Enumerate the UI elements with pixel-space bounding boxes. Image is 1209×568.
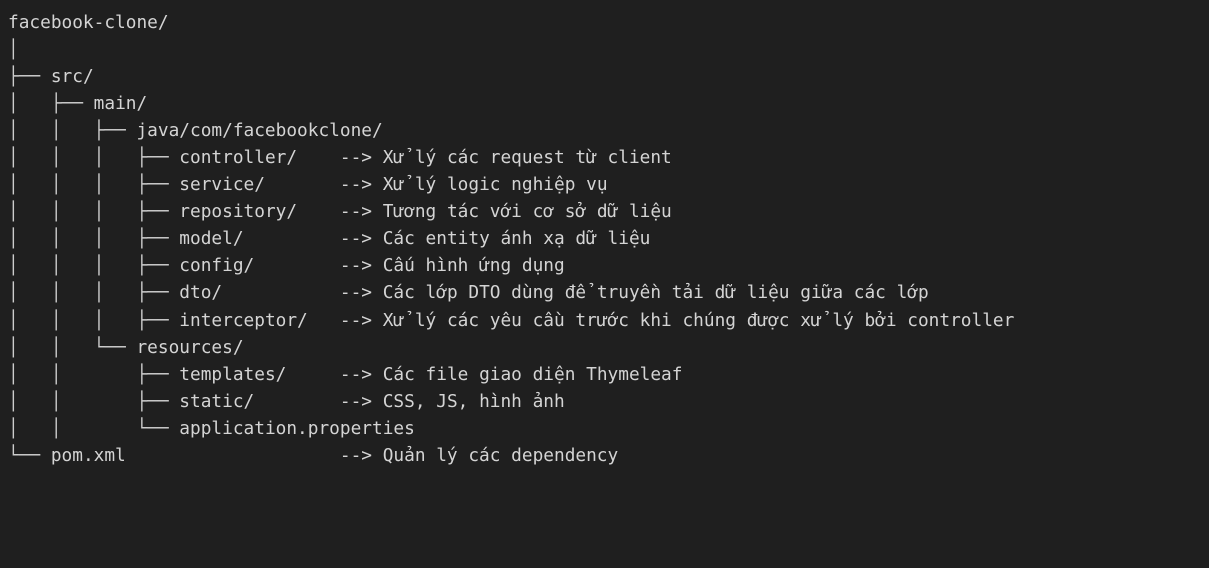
tree-entry-name: application.properties bbox=[179, 417, 415, 439]
tree-entry-note: Các lớp DTO dùng để truyền tải dữ liệu g… bbox=[382, 282, 929, 304]
tree-entry-name: dto/ bbox=[179, 282, 340, 304]
tree-arrow: --> bbox=[339, 444, 383, 466]
tree-guide: │ │ │ ├── bbox=[8, 147, 180, 169]
tree-guide: │ │ ├── bbox=[8, 390, 180, 412]
tree-entry-note: Xử lý các yêu cầu trước khi chúng được x… bbox=[382, 309, 1015, 331]
tree-entry-note: Các entity ánh xạ dữ liệu bbox=[382, 228, 651, 250]
tree-guide: │ │ ├── bbox=[8, 120, 137, 142]
tree-line: │ │ │ ├── repository/ --> Tương tác với … bbox=[8, 198, 1014, 225]
tree-entry-name: config/ bbox=[179, 255, 340, 277]
tree-line: ├── src/ bbox=[8, 63, 1014, 90]
tree-entry-name: pom.xml bbox=[50, 444, 340, 466]
tree-arrow: --> bbox=[339, 147, 383, 169]
tree-entry-name: main/ bbox=[93, 93, 148, 115]
tree-line: │ │ └── resources/ bbox=[8, 334, 1014, 361]
tree-guide: │ │ │ ├── bbox=[8, 228, 180, 250]
tree-entry-name: repository/ bbox=[179, 201, 340, 223]
tree-guide: │ │ │ ├── bbox=[8, 174, 180, 196]
tree-line: │ ├── main/ bbox=[8, 90, 1014, 117]
tree-line: │ │ ├── templates/ --> Các file giao diệ… bbox=[8, 361, 1014, 388]
tree-guide: ├── bbox=[8, 66, 51, 88]
tree-entry-name: model/ bbox=[179, 228, 340, 250]
tree-entry-note: Tương tác với cơ sở dữ liệu bbox=[382, 201, 672, 223]
tree-line: │ bbox=[8, 36, 1014, 63]
tree-entry-note: Xử lý logic nghiệp vụ bbox=[382, 174, 608, 196]
tree-line: │ │ │ ├── interceptor/ --> Xử lý các yêu… bbox=[8, 307, 1014, 334]
directory-tree: facebook-clone/│ ├── src/│ ├── main/│ │ ├… bbox=[8, 9, 1014, 469]
tree-entry-note: Cấu hình ứng dụng bbox=[382, 255, 565, 277]
tree-entry-name: facebook-clone/ bbox=[8, 12, 169, 33]
tree-entry-name: controller/ bbox=[179, 147, 340, 169]
tree-arrow: --> bbox=[339, 363, 383, 385]
tree-arrow: --> bbox=[339, 255, 383, 277]
tree-entry-name: templates/ bbox=[179, 363, 340, 385]
tree-entry-name: java/com/facebookclone/ bbox=[136, 120, 383, 142]
tree-line: │ │ │ ├── config/ --> Cấu hình ứng dụng bbox=[8, 252, 1014, 279]
tree-entry-name: service/ bbox=[179, 174, 340, 196]
tree-line: └── pom.xml --> Quản lý các dependency bbox=[8, 442, 1014, 469]
tree-guide: │ bbox=[8, 39, 19, 61]
tree-guide: │ │ ├── bbox=[8, 363, 180, 385]
tree-line: │ │ ├── java/com/facebookclone/ bbox=[8, 117, 1014, 144]
tree-entry-note: CSS, JS, hình ảnh bbox=[382, 390, 565, 412]
tree-entry-name: src/ bbox=[50, 66, 94, 88]
tree-guide: │ ├── bbox=[8, 93, 94, 115]
tree-line: │ │ │ ├── dto/ --> Các lớp DTO dùng để t… bbox=[8, 279, 1014, 306]
tree-guide: │ │ │ ├── bbox=[8, 201, 180, 223]
tree-line: │ │ └── application.properties bbox=[8, 415, 1014, 442]
tree-line: facebook-clone/ bbox=[8, 9, 1014, 36]
tree-entry-note: Quản lý các dependency bbox=[382, 444, 619, 466]
tree-arrow: --> bbox=[339, 174, 383, 196]
tree-entry-name: resources/ bbox=[136, 336, 244, 358]
tree-line: │ │ │ ├── service/ --> Xử lý logic nghiệ… bbox=[8, 171, 1014, 198]
tree-guide: │ │ │ ├── bbox=[8, 309, 180, 331]
tree-line: │ │ │ ├── controller/ --> Xử lý các requ… bbox=[8, 144, 1014, 171]
tree-arrow: --> bbox=[339, 309, 383, 331]
tree-arrow: --> bbox=[339, 282, 383, 304]
tree-line: │ │ │ ├── model/ --> Các entity ánh xạ d… bbox=[8, 225, 1014, 252]
tree-entry-name: static/ bbox=[179, 390, 340, 412]
tree-arrow: --> bbox=[339, 390, 383, 412]
tree-entry-note: Các file giao diện Thymeleaf bbox=[382, 363, 683, 385]
tree-guide: │ │ └── bbox=[8, 417, 180, 439]
tree-guide: │ │ │ ├── bbox=[8, 282, 180, 304]
tree-guide: │ │ │ ├── bbox=[8, 255, 180, 277]
code-panel: facebook-clone/│ ├── src/│ ├── main/│ │ ├… bbox=[0, 0, 1209, 568]
tree-line: │ │ ├── static/ --> CSS, JS, hình ảnh bbox=[8, 388, 1014, 415]
tree-entry-name: interceptor/ bbox=[179, 309, 340, 331]
tree-guide: │ │ └── bbox=[8, 336, 137, 358]
tree-entry-note: Xử lý các request từ client bbox=[382, 147, 672, 169]
tree-guide: └── bbox=[8, 444, 51, 466]
tree-arrow: --> bbox=[339, 228, 383, 250]
tree-arrow: --> bbox=[339, 201, 383, 223]
